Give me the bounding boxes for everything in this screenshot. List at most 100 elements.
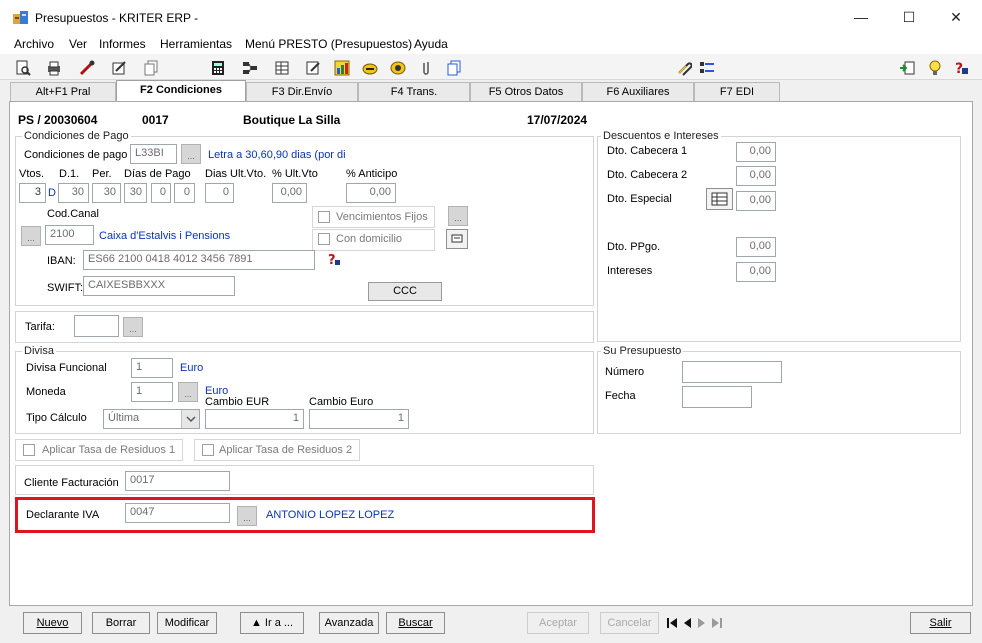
close-button[interactable]: ✕ [946, 8, 966, 26]
tab-auxiliares[interactable]: F6 Auxiliares [582, 82, 694, 101]
menu-informes[interactable]: Informes [99, 37, 146, 51]
client-code: 0017 [142, 113, 169, 127]
iban-field[interactable]: ES66 2100 0418 4012 3456 7891 [83, 250, 315, 270]
moneda-lookup-button[interactable]: ... [178, 382, 198, 402]
modificar-label: Modificar [164, 617, 210, 629]
network-icon[interactable] [242, 60, 258, 76]
cliente-facturacion-field[interactable]: 0017 [125, 471, 230, 491]
last-record-icon[interactable] [710, 614, 724, 632]
cancelar-button[interactable]: Cancelar [600, 612, 659, 634]
declarante-iva-name: ANTONIO LOPEZ LOPEZ [266, 509, 395, 521]
export-icon[interactable] [899, 60, 915, 76]
maximize-button[interactable]: ☐ [899, 8, 919, 26]
vtos-field[interactable]: 3 [19, 183, 46, 203]
dto-especial-table-button[interactable] [706, 188, 733, 210]
dto-ppgo-field[interactable]: 0,00 [736, 237, 776, 257]
per-field[interactable]: 30 [92, 183, 121, 203]
nuevo-button[interactable]: Nuevo [23, 612, 82, 634]
declarante-iva-field[interactable]: 0047 [125, 503, 230, 523]
cod-canal-label: Cod.Canal [47, 208, 99, 220]
condiciones-pago-code[interactable]: L33BI [130, 144, 177, 164]
con-domicilio-checkbox[interactable] [318, 233, 330, 245]
declarante-iva-lookup-button[interactable]: ... [237, 506, 257, 526]
bulb-icon[interactable] [927, 60, 943, 76]
aceptar-button[interactable]: Aceptar [527, 612, 589, 634]
tarifa-lookup-button[interactable]: ... [123, 317, 143, 337]
d1-field[interactable]: 30 [58, 183, 89, 203]
cod-canal-field[interactable]: 2100 [45, 225, 94, 245]
iban-help-icon[interactable]: ? [326, 251, 342, 268]
cod-canal-lookup-button[interactable]: ... [21, 226, 41, 246]
window-title: Presupuestos - KRITER ERP - [35, 11, 199, 25]
chart-icon[interactable] [334, 60, 350, 76]
clip-icon[interactable] [418, 60, 434, 76]
pen-icon[interactable] [362, 60, 378, 76]
grid-icon[interactable] [699, 60, 715, 76]
chevron-down-icon[interactable] [181, 410, 199, 428]
copy-icon[interactable] [143, 60, 159, 76]
dias-pago-1-field[interactable]: 30 [124, 183, 147, 203]
dias-pago-2-field[interactable]: 0 [151, 183, 171, 203]
modificar-button[interactable]: Modificar [157, 612, 217, 634]
buscar-button[interactable]: Buscar [386, 612, 445, 634]
edit-icon[interactable] [111, 60, 127, 76]
intereses-field[interactable]: 0,00 [736, 262, 776, 282]
cambio-euro-field[interactable]: 1 [309, 409, 409, 429]
tarifa-field[interactable] [74, 315, 119, 337]
tab-edi[interactable]: F7 EDI [694, 82, 780, 101]
borrar-button[interactable]: Borrar [92, 612, 150, 634]
salir-button[interactable]: Salir [910, 612, 971, 634]
avanzada-button[interactable]: Avanzada [319, 612, 379, 634]
dias-pago-3-field[interactable]: 0 [174, 183, 195, 203]
note-icon[interactable] [305, 60, 321, 76]
condiciones-pago-lookup-button[interactable]: ... [181, 144, 201, 164]
menu-presto[interactable]: Menú PRESTO (Presupuestos) [245, 37, 412, 51]
tab-otros-datos[interactable]: F5 Otros Datos [470, 82, 582, 101]
dto-cabecera-1-field[interactable]: 0,00 [736, 142, 776, 162]
domicilio-card-button[interactable] [446, 229, 468, 249]
tab-dir-envio[interactable]: F3 Dir.Envío [246, 82, 358, 101]
svg-text:?: ? [328, 253, 336, 267]
print-icon[interactable] [46, 60, 62, 76]
descuentos-group [597, 136, 961, 342]
preview-icon[interactable] [15, 60, 31, 76]
paperclip-icon[interactable] [676, 60, 693, 76]
swift-field[interactable]: CAIXESBBXXX [83, 276, 235, 296]
help-icon[interactable]: ? [953, 60, 969, 77]
previous-record-icon[interactable] [680, 614, 694, 632]
first-record-icon[interactable] [665, 614, 679, 632]
tasa-residuos-2-checkbox[interactable] [202, 444, 214, 456]
divisa-funcional-field[interactable]: 1 [131, 358, 173, 378]
tools-icon[interactable] [79, 60, 95, 76]
menu-ayuda[interactable]: Ayuda [414, 37, 448, 51]
table-icon[interactable] [274, 60, 290, 76]
numero-field[interactable] [682, 361, 782, 383]
declarante-iva-label: Declarante IVA [26, 509, 100, 521]
moneda-field[interactable]: 1 [131, 382, 173, 402]
minimize-button[interactable]: — [851, 8, 871, 26]
tasa-residuos-2-label: Aplicar Tasa de Residuos 2 [219, 444, 353, 456]
next-record-icon[interactable] [695, 614, 709, 632]
tab-pral[interactable]: Alt+F1 Pral [10, 82, 116, 101]
menu-ver[interactable]: Ver [69, 37, 87, 51]
cambio-eur-field[interactable]: 1 [205, 409, 304, 429]
fecha-field[interactable] [682, 386, 752, 408]
ccc-button[interactable]: CCC [368, 282, 442, 301]
calculator-icon[interactable] [210, 60, 226, 76]
pct-anticipo-field[interactable]: 0,00 [346, 183, 396, 203]
chat-icon[interactable] [390, 60, 406, 76]
vencimientos-fijos-checkbox[interactable] [318, 211, 330, 223]
pct-ult-vto-field[interactable]: 0,00 [272, 183, 307, 203]
menu-archivo[interactable]: Archivo [14, 37, 54, 51]
menu-herramientas[interactable]: Herramientas [160, 37, 232, 51]
dias-ult-vto-field[interactable]: 0 [205, 183, 234, 203]
descuentos-title: Descuentos e Intereses [601, 130, 721, 142]
dto-especial-field[interactable]: 0,00 [736, 191, 776, 211]
vencimientos-fijos-lookup-button[interactable]: ... [448, 206, 468, 226]
ir-a-button[interactable]: ▲ Ir a ... [240, 612, 304, 634]
tab-trans[interactable]: F4 Trans. [358, 82, 470, 101]
tab-condiciones[interactable]: F2 Condiciones [116, 80, 246, 102]
dto-cabecera-2-field[interactable]: 0,00 [736, 166, 776, 186]
tasa-residuos-1-checkbox[interactable] [23, 444, 35, 456]
document-icon[interactable] [446, 60, 462, 76]
